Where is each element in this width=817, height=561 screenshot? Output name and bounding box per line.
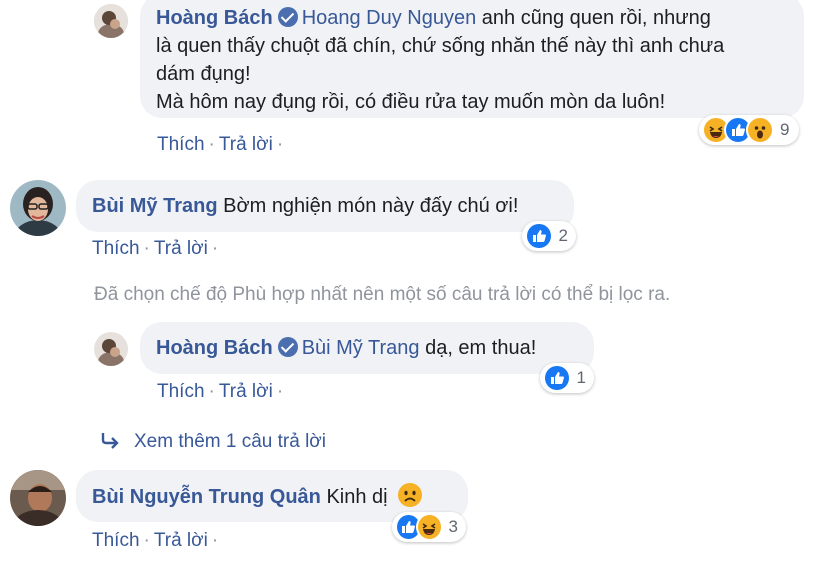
comment-text: Kinh dị (326, 486, 388, 508)
sad-face-icon (397, 482, 423, 516)
view-more-replies-label: Xem thêm 1 câu trả lời (134, 431, 326, 452)
avatar[interactable] (10, 180, 66, 236)
comment-bubble: Hoàng Bách Bùi Mỹ Trang dạ, em thua! (140, 322, 594, 374)
mention-link[interactable]: Bùi Mỹ Trang (302, 337, 420, 359)
author-name[interactable]: Bùi Mỹ Trang (92, 195, 218, 217)
author-name[interactable]: Bùi Nguyễn Trung Quân (92, 486, 321, 508)
reply-button[interactable]: Trả lời (154, 530, 208, 551)
wow-icon (746, 116, 774, 144)
reactions-summary[interactable]: 1 (540, 363, 594, 393)
comment-text: dạ, em thua! (419, 337, 537, 359)
verified-badge-icon (277, 7, 298, 27)
reaction-count: 1 (576, 368, 586, 387)
author-name[interactable]: Hoàng Bách (156, 337, 273, 359)
like-button[interactable]: Thích (157, 381, 205, 402)
like-button[interactable]: Thích (157, 134, 205, 155)
reaction-count: 2 (558, 226, 568, 245)
like-icon (543, 364, 571, 392)
comment-text: Mà hôm nay đụng rồi, có điều rửa tay muố… (156, 91, 666, 113)
reactions-summary[interactable]: 9 (699, 115, 799, 145)
like-icon (525, 222, 553, 250)
comment-text: anh cũng quen rồi, nhưng (476, 7, 711, 29)
avatar[interactable] (94, 4, 128, 38)
mention-link[interactable]: Hoang Duy Nguyen (302, 7, 477, 29)
reaction-count: 3 (448, 517, 458, 536)
comment-bubble: Bùi Mỹ Trang Bờm nghiện món này đấy chú … (76, 180, 574, 232)
comment-text: dám đụng! (156, 63, 251, 85)
reactions-summary[interactable]: 3 (392, 512, 466, 542)
reaction-count: 9 (780, 120, 790, 139)
comment-bubble: Hoàng Bách Hoang Duy Nguyen anh cũng quen… (140, 0, 804, 118)
reply-arrow-icon (100, 431, 120, 455)
comment-actions: Thích · Trả lời · (92, 238, 219, 259)
comment-actions: Thích · Trả lời · (92, 530, 219, 551)
avatar[interactable] (10, 470, 66, 526)
haha-icon (415, 513, 443, 541)
like-button[interactable]: Thích (92, 238, 140, 259)
comment-text: là quen thấy chuột đã chín, chứ sống nhă… (156, 35, 725, 57)
reply-button[interactable]: Trả lời (219, 381, 273, 402)
reply-button[interactable]: Trả lời (219, 134, 273, 155)
verified-badge-icon (277, 337, 298, 357)
like-button[interactable]: Thích (92, 530, 140, 551)
author-name[interactable]: Hoàng Bách (156, 7, 273, 29)
comment-actions: Thích · Trả lời · (157, 134, 284, 155)
comment-actions: Thích · Trả lời · (157, 381, 284, 402)
reactions-summary[interactable]: 2 (522, 221, 576, 251)
filter-notice: Đã chọn chế độ Phù hợp nhất nên một số c… (94, 284, 671, 305)
comment-text: Bờm nghiện món này đấy chú ơi! (223, 195, 519, 217)
reply-button[interactable]: Trả lời (154, 238, 208, 259)
view-more-replies-link[interactable]: Xem thêm 1 câu trả lời (100, 431, 326, 455)
avatar[interactable] (94, 332, 128, 366)
